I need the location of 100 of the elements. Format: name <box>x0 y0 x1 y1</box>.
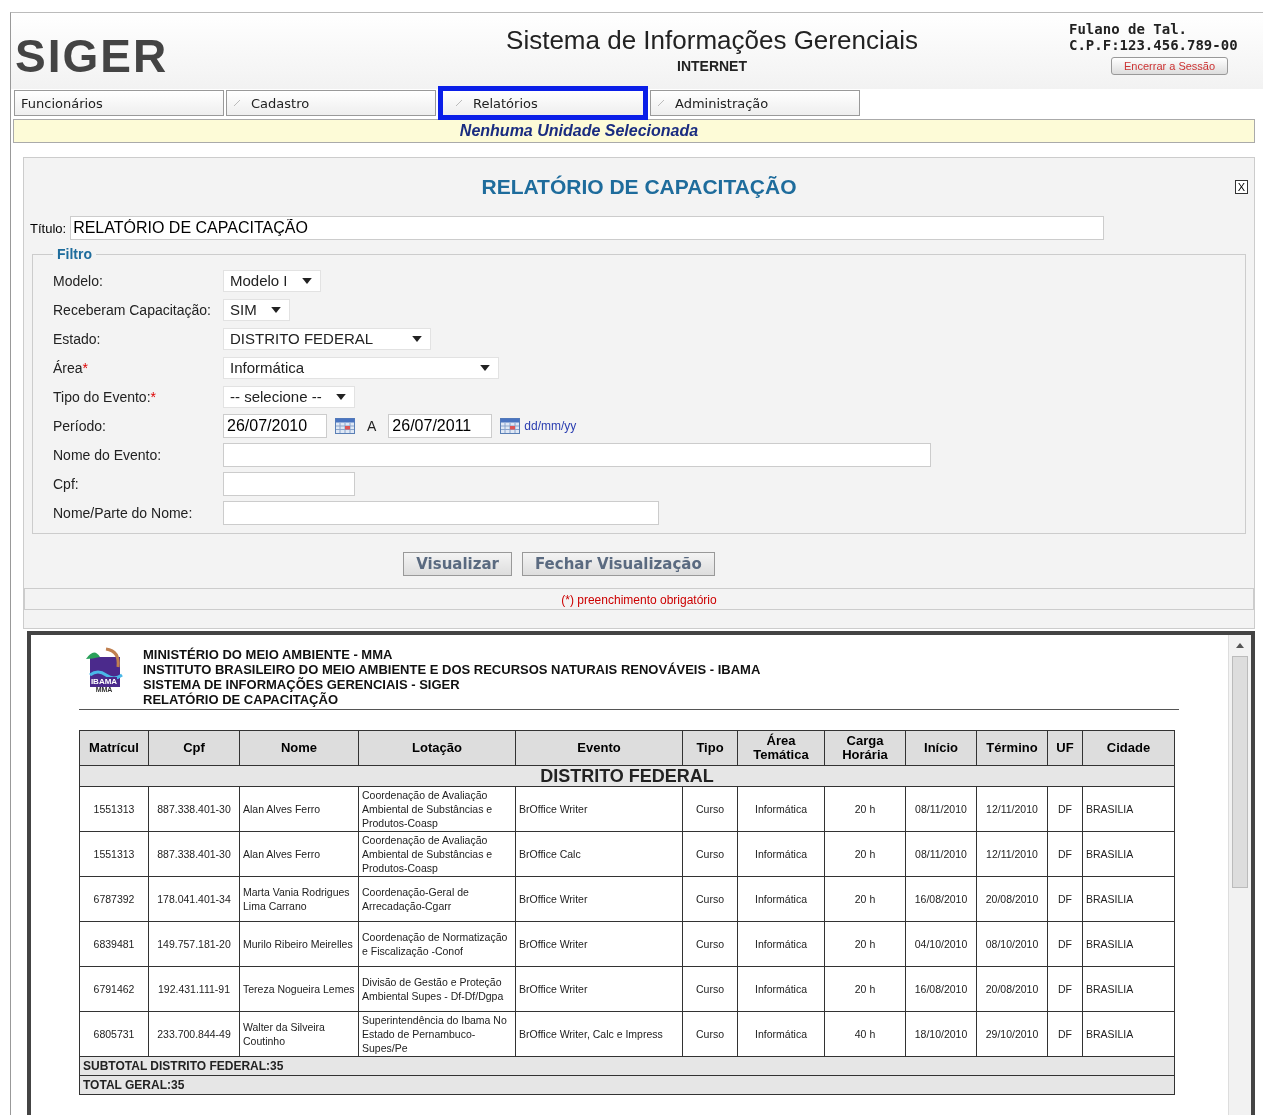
table-cell: 20 h <box>824 966 906 1012</box>
table-cell: Tereza Nogueira Lemes <box>239 966 359 1012</box>
table-cell: Alan Alves Ferro <box>239 831 359 877</box>
table-cell: Curso <box>682 1011 738 1057</box>
dropdown[interactable]: Informática <box>223 356 499 379</box>
column-header: Cpf <box>148 730 240 766</box>
table-cell: 233.700.844-49 <box>148 1011 240 1057</box>
table-cell: Curso <box>682 921 738 967</box>
table-cell: 6791462 <box>79 966 149 1012</box>
dropdown[interactable]: -- selecione -- <box>223 385 355 408</box>
column-header: Carga Horária <box>824 730 906 766</box>
input-field[interactable] <box>223 500 659 525</box>
table-cell: Curso <box>682 876 738 922</box>
nav-tab[interactable]: Funcionários <box>14 90 224 116</box>
table-cell: Informática <box>737 966 825 1012</box>
app-logo: SIGER <box>14 29 170 83</box>
dropdown[interactable]: Modelo I <box>223 269 321 292</box>
field-label: Área <box>53 359 83 376</box>
table-cell: Coordenação-Geral de Arrecadação-Cgarr <box>358 876 516 922</box>
column-header: Evento <box>515 730 683 766</box>
scroll-up-arrow[interactable] <box>1236 643 1244 648</box>
field-label: Estado: <box>53 330 101 347</box>
report-heading-line: INSTITUTO BRASILEIRO DO MEIO AMBIENTE E DOS RECURSOS NATURAIS RENOVÁVEIS - IBAMA <box>143 662 761 677</box>
table-cell: 887.338.401-30 <box>148 831 240 877</box>
required-note: (*) preenchimento obrigatório <box>561 593 717 607</box>
table-cell: Informática <box>737 831 825 877</box>
close-button[interactable]: X <box>1234 180 1248 194</box>
user-name: Fulano de Tal. <box>1069 21 1187 37</box>
caret-icon <box>301 277 312 284</box>
unit-status-text: Nenhuma Unidade Selecionada <box>459 122 699 140</box>
table-cell: DF <box>1047 966 1083 1012</box>
action-button[interactable]: Fechar Visualização <box>521 552 715 576</box>
table-cell: DF <box>1047 831 1083 877</box>
table-cell: 40 h <box>824 1011 906 1057</box>
required-mark: * <box>82 359 89 376</box>
group-header: DISTRITO FEDERAL <box>79 765 1175 787</box>
table-cell: Murilo Ribeiro Meirelles <box>239 921 359 967</box>
action-button[interactable]: Visualizar <box>403 552 512 576</box>
table-cell: BrOffice Calc <box>515 831 683 877</box>
calendar-icon[interactable] <box>500 417 521 434</box>
table-cell: 20 h <box>824 831 906 877</box>
table-cell: 20/08/2010 <box>976 966 1048 1012</box>
table-cell: Curso <box>682 831 738 877</box>
table-cell: BrOffice Writer, Calc e Impress <box>515 1011 683 1057</box>
table-cell: BRASILIA <box>1082 876 1175 922</box>
table-cell: 178.041.401-34 <box>148 876 240 922</box>
table-cell: 6839481 <box>79 921 149 967</box>
dropdown[interactable]: DISTRITO FEDERAL <box>223 327 431 350</box>
filter-legend: Filtro <box>53 246 96 262</box>
title-field[interactable]: RELATÓRIO DE CAPACITAÇÃO <box>70 216 1105 240</box>
table-cell: 20/08/2010 <box>976 876 1048 922</box>
table-cell: 1551313 <box>79 786 149 832</box>
table-cell: Coordenação de Avaliação Ambiental de Substâncias e Produtos-Coasp <box>358 831 516 877</box>
caret-icon <box>335 393 346 400</box>
table-cell: 18/10/2010 <box>905 1011 977 1057</box>
column-header: Início <box>905 730 977 766</box>
calendar-icon[interactable] <box>335 417 355 434</box>
table-cell: 6787392 <box>79 876 149 922</box>
caret-icon <box>412 335 422 342</box>
table-cell: BrOffice Writer <box>515 921 683 967</box>
dropdown[interactable]: SIM <box>223 298 290 321</box>
input-field[interactable] <box>223 442 931 467</box>
table-cell: 08/11/2010 <box>905 786 977 832</box>
table-cell: Divisão de Gestão e Proteção Ambiental Supes - Df-Df/Dgpa <box>358 966 516 1012</box>
table-cell: 20 h <box>824 786 906 832</box>
input-field[interactable] <box>223 471 355 496</box>
table-cell: 887.338.401-30 <box>148 786 240 832</box>
table-cell: 16/08/2010 <box>905 876 977 922</box>
panel-title: RELATÓRIO DE CAPACITAÇÃO <box>481 175 797 199</box>
table-cell: 12/11/2010 <box>976 786 1048 832</box>
column-header: Matrícul <box>79 730 149 766</box>
date-field[interactable]: 26/07/2010 <box>223 413 327 438</box>
app-title: Sistema de Informações Gerenciais <box>506 25 918 56</box>
report-heading-line: MINISTÉRIO DO MEIO AMBIENTE - MMA <box>143 647 394 662</box>
column-header: Área Temática <box>737 730 825 766</box>
required-mark: * <box>150 388 156 405</box>
table-cell: Walter da Silveira Coutinho <box>239 1011 359 1057</box>
table-cell: Informática <box>737 1011 825 1057</box>
date-field[interactable]: 26/07/2011 <box>388 413 493 438</box>
table-cell: Coordenação de Avaliação Ambiental de Substâncias e Produtos-Coasp <box>358 786 516 832</box>
report-heading-line: SISTEMA DE INFORMAÇÕES GERENCIAIS - SIGER <box>143 677 461 692</box>
table-cell: Alan Alves Ferro <box>239 786 359 832</box>
table-cell: DF <box>1047 1011 1083 1057</box>
field-label: Título: <box>30 220 67 236</box>
table-cell: BrOffice Writer <box>515 876 683 922</box>
logout-button[interactable]: Encerrar a Sessão <box>1111 57 1229 75</box>
column-header: Término <box>976 730 1048 766</box>
nav-tab[interactable]: Administração <box>650 90 860 116</box>
table-cell: Superintendência do Ibama No Estado de Pernambuco-Supes/Pe <box>358 1011 516 1057</box>
table-cell: BRASILIA <box>1082 786 1175 832</box>
scroll-thumb[interactable] <box>1232 656 1248 888</box>
nav-tab[interactable]: Cadastro <box>226 90 436 116</box>
column-header: Tipo <box>682 730 738 766</box>
table-cell: DF <box>1047 786 1083 832</box>
table-cell: BRASILIA <box>1082 831 1175 877</box>
table-cell: 20 h <box>824 921 906 967</box>
table-cell: Informática <box>737 921 825 967</box>
field-label: Nome/Parte do Nome: <box>53 504 193 521</box>
table-cell: Coordenação de Normatização e Fiscalização -Conof <box>358 921 516 967</box>
nav-tab[interactable]: Relatórios <box>438 86 648 120</box>
